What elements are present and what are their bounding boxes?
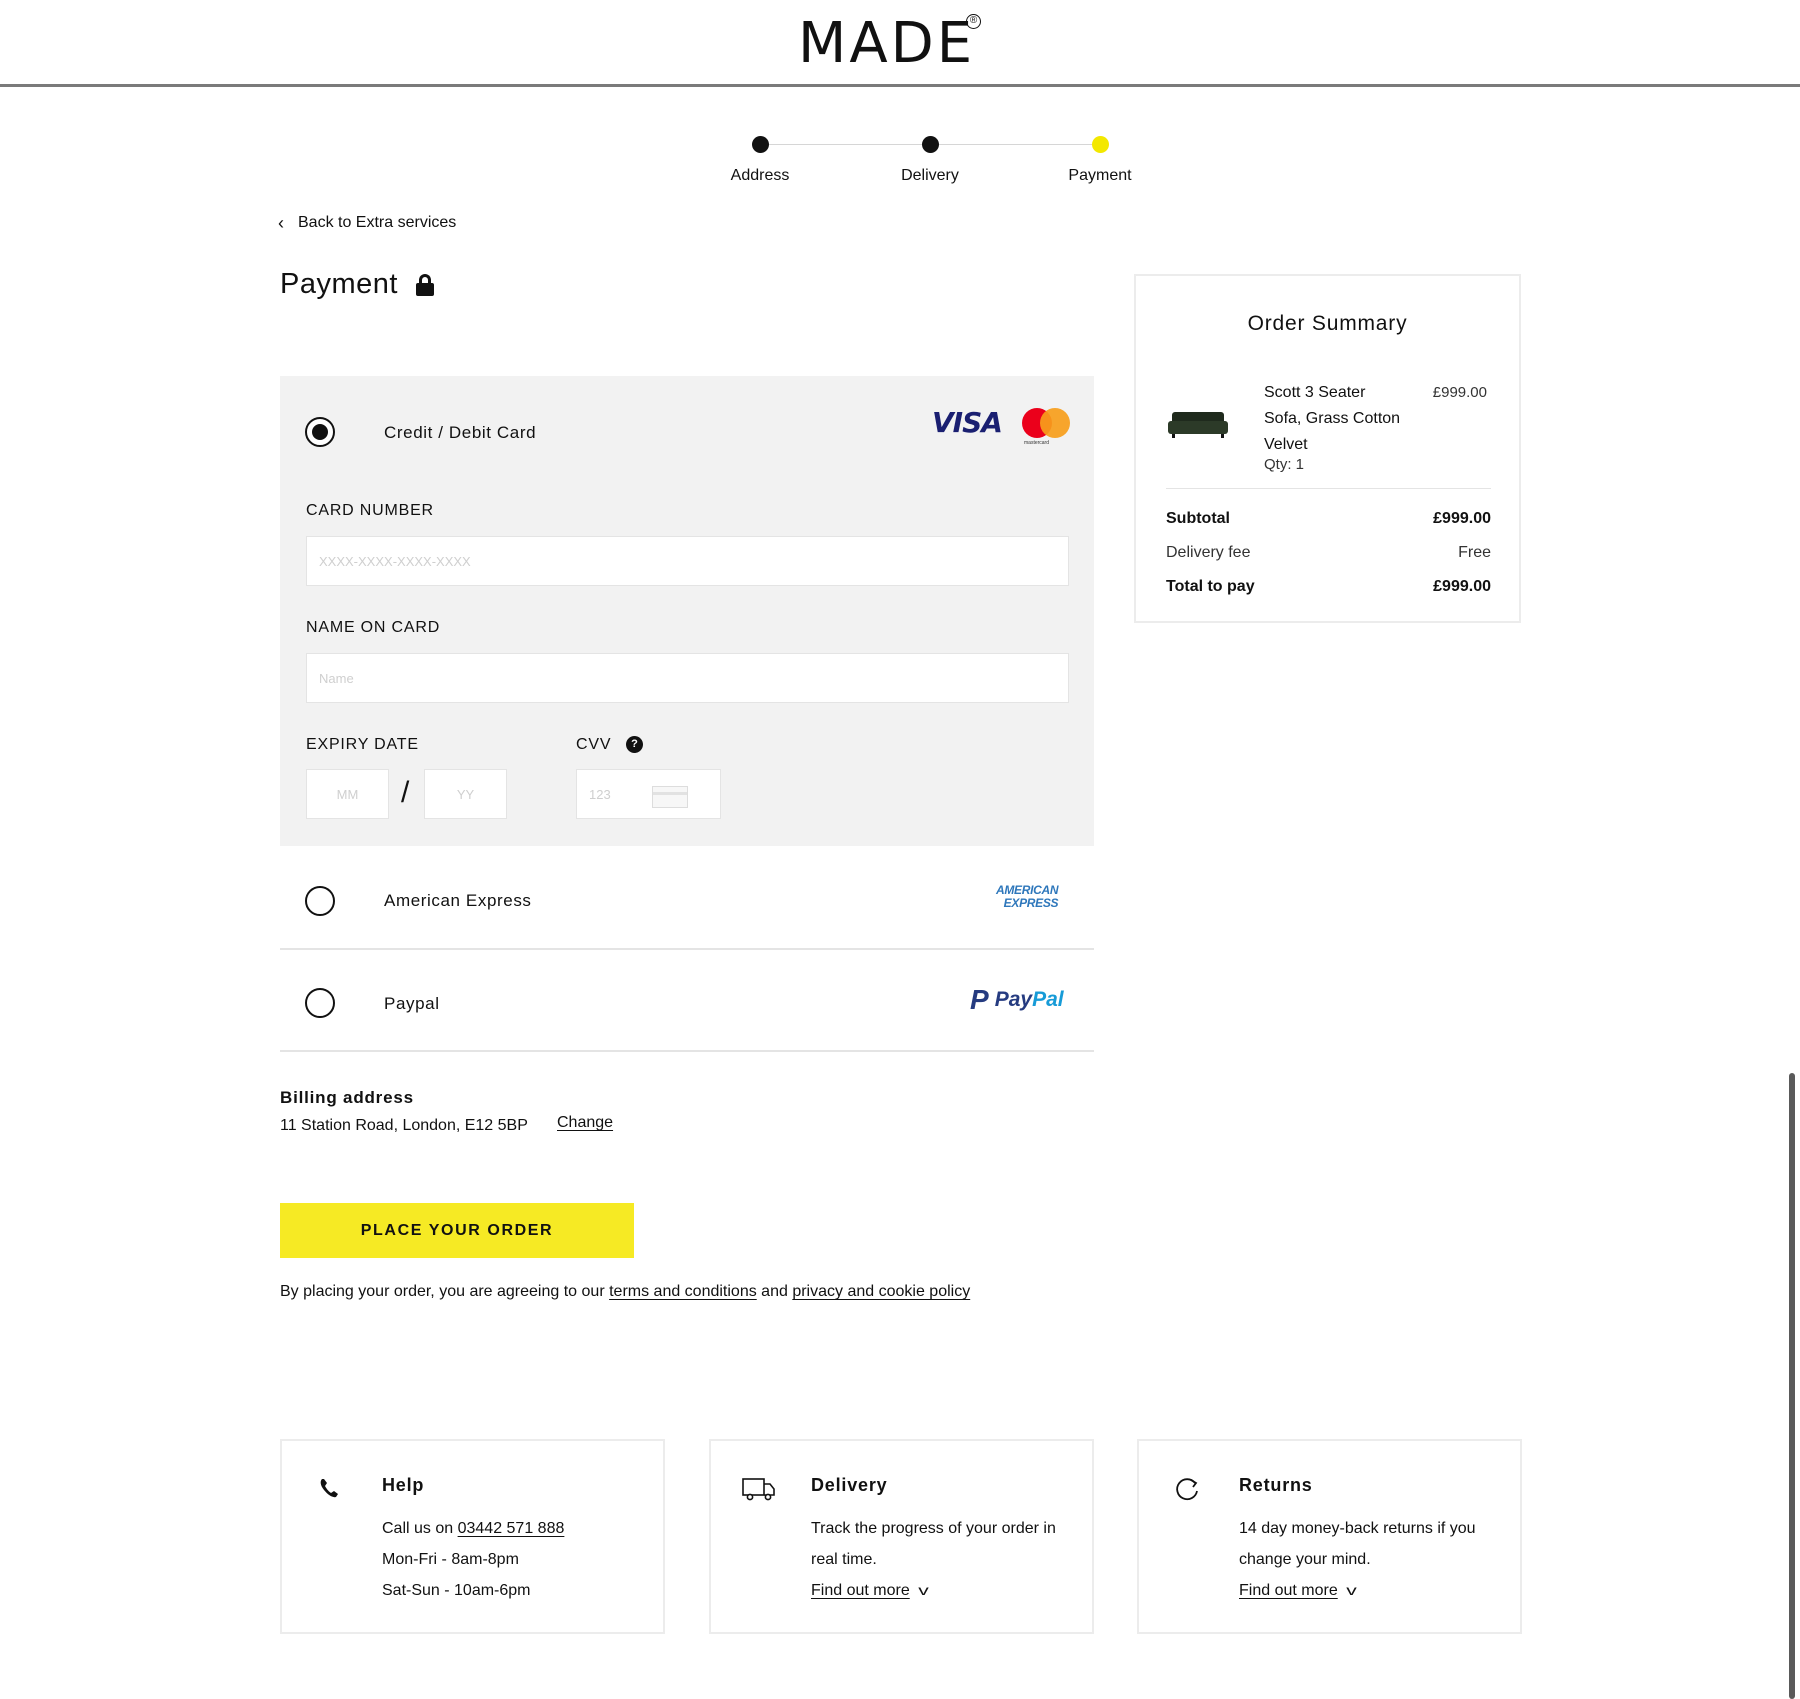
step-label: Payment — [1068, 167, 1132, 184]
returns-description: 14 day money-back returns if you change … — [1239, 1520, 1476, 1568]
phone-icon — [320, 1479, 338, 1498]
delivery-text: Track the progress of your order in real… — [811, 1513, 1081, 1606]
total-value: £999.00 — [1433, 578, 1491, 595]
returns-text: 14 day money-back returns if you change … — [1239, 1513, 1509, 1606]
total-row: Total to pay £999.00 — [1166, 578, 1491, 596]
method-label-amex[interactable]: American Express — [384, 891, 532, 911]
divider — [280, 948, 1094, 950]
step-dot — [921, 136, 939, 153]
step-dot-active — [1091, 136, 1109, 153]
paypal-pay: Pay — [994, 988, 1033, 1011]
call-prefix: Call us on — [382, 1520, 458, 1537]
delivery-title: Delivery — [811, 1475, 888, 1495]
registered-mark: ® — [966, 14, 981, 29]
sofa-thumbnail — [1168, 412, 1228, 440]
find-out-more-label: Find out more — [811, 1582, 910, 1599]
delivery-description: Track the progress of your order in real… — [811, 1520, 1056, 1568]
card-number-input[interactable] — [306, 536, 1069, 586]
step-delivery[interactable]: Delivery — [860, 132, 1000, 185]
help-hours-weekday: Mon-Fri - 8am-8pm — [382, 1551, 519, 1568]
legal-and: and — [756, 1283, 793, 1300]
page-title: Payment — [280, 268, 434, 301]
product-name: Scott 3 Seater Sofa, Grass Cotton Velvet — [1264, 384, 1401, 453]
checkout-stepper: Address Delivery Payment — [690, 132, 1132, 192]
place-order-button[interactable]: PLACE YOUR ORDER — [280, 1203, 634, 1258]
returns-find-out-more-link[interactable]: Find out more v — [1239, 1575, 1357, 1606]
find-out-more-label: Find out more — [1239, 1582, 1338, 1599]
truck-icon — [742, 1478, 775, 1501]
delivery-fee-row: Delivery fee Free — [1166, 544, 1491, 562]
phone-link[interactable]: 03442 571 888 — [458, 1520, 565, 1537]
returns-box: Returns 14 day money-back returns if you… — [1137, 1439, 1522, 1634]
lock-icon — [415, 273, 434, 296]
divider — [280, 1050, 1094, 1052]
step-address[interactable]: Address — [690, 132, 830, 185]
subtotal-row: Subtotal £999.00 — [1166, 510, 1491, 528]
help-icon[interactable]: ? — [626, 736, 643, 753]
page-title-text: Payment — [280, 268, 398, 300]
delivery-fee-label: Delivery fee — [1166, 544, 1251, 561]
scrollbar[interactable] — [1789, 1073, 1795, 1699]
header: MADE ® — [0, 0, 1800, 87]
step-dot — [751, 136, 769, 153]
help-hours-weekend: Sat-Sun - 10am-6pm — [382, 1582, 531, 1599]
method-label-card[interactable]: Credit / Debit Card — [384, 423, 536, 443]
step-payment: Payment — [1030, 132, 1170, 185]
change-billing-link[interactable]: Change — [557, 1114, 613, 1132]
made-logo[interactable]: MADE — [798, 12, 975, 76]
billing-address-title: Billing address — [280, 1088, 414, 1107]
mastercard-wordmark: mastercard — [1024, 440, 1050, 446]
delivery-box: Delivery Track the progress of your orde… — [709, 1439, 1094, 1634]
amex-logo: AMERICAN EXPRESS — [996, 884, 1059, 910]
cvv-input[interactable] — [576, 769, 721, 819]
amex-line2: EXPRESS — [1003, 896, 1059, 910]
card-number-label: CARD NUMBER — [306, 502, 434, 519]
chevron-down-icon: v — [917, 1582, 929, 1598]
divider — [1166, 488, 1491, 489]
back-to-extra-services-link[interactable]: ‹ Back to Extra services — [278, 214, 456, 232]
expiry-separator: / — [401, 776, 410, 809]
product-price: £999.00 — [1432, 384, 1487, 401]
paypal-p-icon: P — [970, 984, 989, 1015]
paypal-logo: P PayPal — [970, 986, 1064, 1014]
delivery-fee-value: Free — [1458, 544, 1491, 561]
help-text: Call us on 03442 571 888 Mon-Fri - 8am-8… — [382, 1513, 652, 1606]
delivery-find-out-more-link[interactable]: Find out more v — [811, 1575, 929, 1606]
help-title: Help — [382, 1475, 425, 1495]
paypal-pal: Pal — [1032, 988, 1064, 1011]
name-on-card-label: NAME ON CARD — [306, 619, 441, 636]
step-label: Address — [730, 167, 790, 184]
radio-credit-debit-card[interactable] — [305, 417, 335, 447]
order-summary-title: Order Summary — [1247, 312, 1408, 335]
chevron-down-icon: v — [1345, 1582, 1357, 1598]
chevron-left-icon: ‹ — [278, 213, 284, 233]
order-summary: Order Summary Scott 3 Seater Sofa, Grass… — [1134, 274, 1521, 623]
subtotal-value: £999.00 — [1433, 510, 1491, 527]
billing-address-text: 11 Station Road, London, E12 5BP — [280, 1117, 528, 1134]
subtotal-label: Subtotal — [1166, 510, 1230, 527]
returns-title: Returns — [1239, 1475, 1313, 1495]
legal-text: By placing your order, you are agreeing … — [280, 1283, 970, 1301]
product-qty: Qty: 1 — [1264, 456, 1305, 473]
expiry-month-input[interactable] — [306, 769, 389, 819]
card-back-icon — [652, 786, 688, 808]
radio-paypal[interactable] — [305, 988, 335, 1018]
total-label: Total to pay — [1166, 578, 1255, 595]
name-on-card-input[interactable] — [306, 653, 1069, 703]
step-label: Delivery — [901, 167, 959, 184]
expiry-year-input[interactable] — [424, 769, 507, 819]
terms-link[interactable]: terms and conditions — [609, 1283, 757, 1300]
visa-logo: VISA — [932, 406, 1003, 439]
privacy-link[interactable]: privacy and cookie policy — [792, 1283, 970, 1300]
expiry-date-label: EXPIRY DATE — [306, 736, 419, 753]
method-label-paypal[interactable]: Paypal — [384, 994, 440, 1014]
mastercard-logo: mastercard — [1022, 408, 1072, 448]
help-box: Help Call us on 03442 571 888 Mon-Fri - … — [280, 1439, 665, 1634]
cvv-label: CVV — [576, 736, 612, 753]
radio-american-express[interactable] — [305, 886, 335, 916]
refresh-icon — [1176, 1478, 1198, 1501]
legal-prefix: By placing your order, you are agreeing … — [280, 1283, 610, 1300]
back-link-label: Back to Extra services — [298, 214, 457, 231]
